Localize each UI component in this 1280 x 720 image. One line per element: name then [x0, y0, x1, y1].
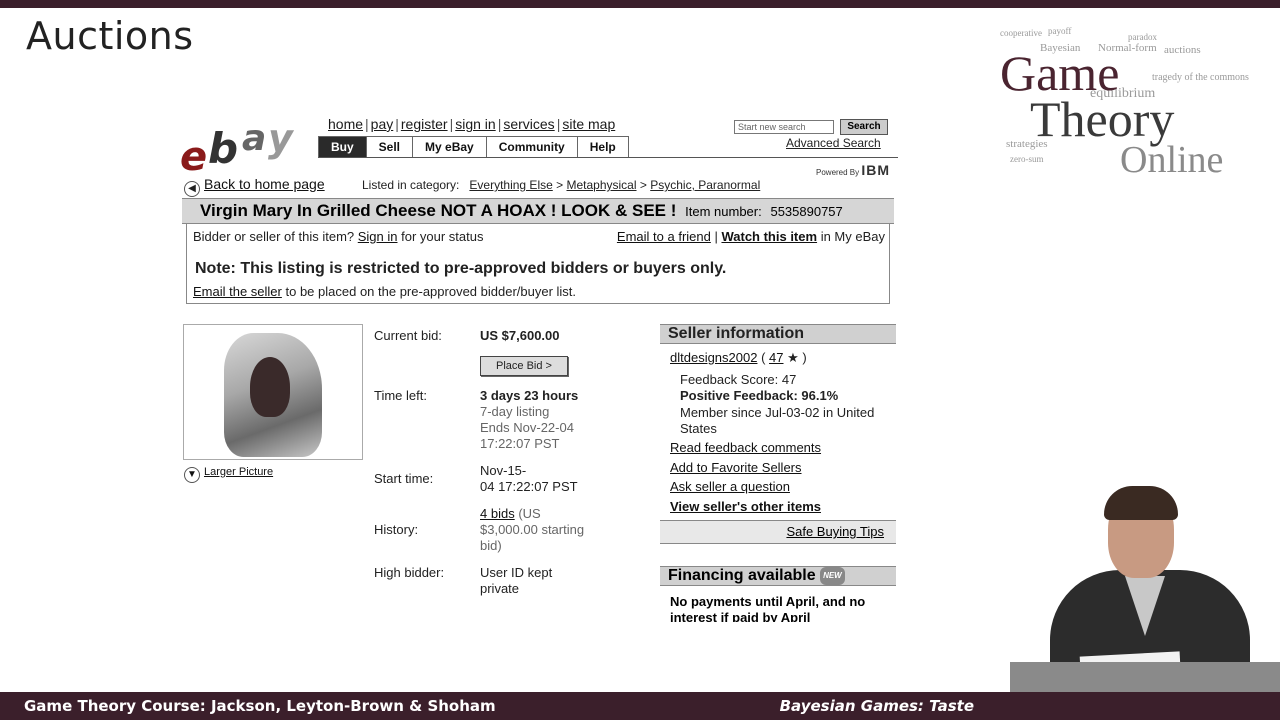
- financing-header: Financing available NEW: [660, 566, 896, 586]
- advanced-search-link[interactable]: Advanced Search: [786, 136, 881, 150]
- ibm-logo: IBM: [861, 162, 891, 178]
- read-feedback-link[interactable]: Read feedback comments: [670, 440, 821, 455]
- seller-id-link[interactable]: dltdesigns2002: [670, 350, 757, 365]
- tab-sell[interactable]: Sell: [365, 136, 413, 158]
- history-label: History:: [374, 522, 419, 537]
- current-bid-value: US $7,600.00: [480, 328, 560, 343]
- watch-item-link[interactable]: Watch this item: [721, 229, 817, 244]
- tab-community[interactable]: Community: [485, 136, 577, 158]
- safe-buying-bar: Safe Buying Tips: [660, 520, 896, 544]
- item-title-bar: Virgin Mary In Grilled Cheese NOT A HOAX…: [182, 198, 894, 224]
- history-block: 4 bids (US $3,000.00 starting bid): [480, 506, 585, 553]
- bids-link[interactable]: 4 bids: [480, 506, 515, 521]
- game-theory-online-logo: cooperative payoff Bayesian Normal-form …: [1000, 26, 1270, 186]
- grilled-cheese-image[interactable]: [224, 333, 322, 457]
- back-arrow-icon[interactable]: ◀: [184, 181, 200, 197]
- other-items-link[interactable]: View seller's other items: [670, 499, 821, 514]
- item-picture[interactable]: [183, 324, 363, 460]
- link-site-map[interactable]: site map: [562, 116, 615, 132]
- member-since-country: States: [680, 421, 717, 436]
- item-title: Virgin Mary In Grilled Cheese NOT A HOAX…: [200, 201, 677, 220]
- search-button[interactable]: Search: [840, 119, 888, 135]
- status-row: Bidder or seller of this item? Sign in f…: [193, 229, 484, 244]
- start-time-label: Start time:: [374, 471, 434, 486]
- logo-cloud-word: tragedy of the commons: [1152, 72, 1249, 83]
- link-home[interactable]: home: [328, 116, 363, 132]
- place-bid-button[interactable]: Place Bid >: [480, 356, 568, 376]
- restriction-note: Note: This listing is restricted to pre-…: [195, 260, 727, 277]
- ebay-logo[interactable]: e b a y: [180, 116, 310, 180]
- email-seller-link[interactable]: Email the seller: [193, 284, 282, 299]
- logo-cloud-word: auctions: [1164, 44, 1201, 56]
- financing-section: Financing available NEW No payments unti…: [660, 566, 896, 622]
- category-breadcrumb: Listed in category: Everything Else > Me…: [362, 178, 761, 192]
- link-pay[interactable]: pay: [371, 116, 394, 132]
- watch-row: Email to a friend | Watch this item in M…: [616, 229, 885, 244]
- item-number: 5535890757: [770, 204, 843, 219]
- logo-cloud-word: payoff: [1048, 26, 1072, 36]
- link-sign-in[interactable]: sign in: [455, 116, 495, 132]
- logo-cloud-word: paradox: [1128, 32, 1157, 42]
- course-credits: Game Theory Course: Jackson, Leyton-Brow…: [24, 697, 496, 715]
- item-number-label: Item number:: [685, 204, 762, 219]
- feedback-count-link[interactable]: 47: [769, 350, 783, 365]
- new-badge: NEW: [820, 567, 845, 585]
- ends-time: 17:22:07 PST: [480, 436, 560, 451]
- notice-box: Bidder or seller of this item? Sign in f…: [186, 224, 890, 304]
- seller-info-header: Seller information: [660, 324, 896, 344]
- seller-info: Seller information dltdesigns2002 ( 47 ★…: [660, 324, 896, 514]
- current-bid-label: Current bid:: [374, 328, 442, 343]
- logo-cloud-word: cooperative: [1000, 28, 1042, 38]
- safe-buying-tips-link[interactable]: Safe Buying Tips: [786, 524, 884, 539]
- tab-help[interactable]: Help: [576, 136, 629, 158]
- ends-date: Ends Nov-22-04: [480, 420, 574, 435]
- footer-bar: Game Theory Course: Jackson, Leyton-Brow…: [0, 692, 1280, 720]
- time-left-block: 3 days 23 hours 7-day listing Ends Nov-2…: [480, 388, 610, 452]
- search-input[interactable]: Start new search: [734, 120, 834, 134]
- feedback-score: Feedback Score: 47: [680, 372, 797, 387]
- tab-buy[interactable]: Buy: [318, 136, 366, 158]
- start-time-1: Nov-15-: [480, 463, 527, 478]
- start-time-2: 04 17:22:07 PST: [480, 479, 578, 494]
- category-metaphysical[interactable]: Metaphysical: [566, 178, 636, 192]
- start-time-block: Nov-15- 04 17:22:07 PST: [480, 463, 610, 495]
- star-icon: ★: [787, 350, 799, 365]
- lecturer-video: [1010, 486, 1280, 692]
- top-links: home | pay | register | sign in | services | site …: [328, 116, 616, 132]
- back-row: ◀ Back to home page: [184, 176, 325, 197]
- larger-picture-row: ▼ Larger Picture: [184, 466, 273, 483]
- ask-question-link[interactable]: Ask seller a question: [670, 479, 790, 494]
- add-favorite-link[interactable]: Add to Favorite Sellers: [670, 460, 802, 475]
- member-since: Member since Jul-03-02 in United: [680, 405, 875, 420]
- category-psychic[interactable]: Psychic, Paranormal: [650, 178, 760, 192]
- time-left-label: Time left:: [374, 388, 427, 403]
- time-left-value: 3 days 23 hours: [480, 388, 579, 403]
- top-bar: [0, 0, 1280, 8]
- high-bidder-block: User ID kept private: [480, 565, 553, 596]
- tab-my-ebay[interactable]: My eBay: [412, 136, 486, 158]
- email-seller-row: Email the seller to be placed on the pre…: [193, 284, 577, 299]
- listing-length: 7-day listing: [480, 404, 550, 419]
- seller-id-row: dltdesigns2002 ( 47 ★ ): [670, 350, 807, 365]
- larger-picture-link[interactable]: Larger Picture: [204, 466, 273, 478]
- sign-in-link[interactable]: Sign in: [358, 229, 398, 244]
- category-everything-else[interactable]: Everything Else: [469, 178, 552, 192]
- positive-feedback: Positive Feedback: 96.1%: [680, 388, 839, 403]
- lecture-topic: Bayesian Games: Taste: [779, 697, 974, 715]
- financing-text: No payments until April, and no interest…: [670, 594, 866, 622]
- download-arrow-icon[interactable]: ▼: [184, 467, 200, 483]
- powered-by: Powered By IBM: [816, 162, 891, 178]
- logo-cloud-word: zero-sum: [1010, 154, 1044, 164]
- email-friend-link[interactable]: Email to a friend: [617, 229, 711, 244]
- tab-divider: [318, 157, 898, 158]
- nav-tabs: Buy Sell My eBay Community Help: [318, 136, 629, 158]
- back-to-home-link[interactable]: Back to home page: [204, 176, 325, 192]
- ebay-listing-page: e b a y home | pay | register | sign in | servic…: [178, 112, 902, 622]
- logo-online: Online: [1120, 139, 1224, 181]
- link-services[interactable]: services: [503, 116, 554, 132]
- slide-title: Auctions: [26, 14, 194, 58]
- high-bidder-label: High bidder:: [374, 565, 445, 580]
- link-register[interactable]: register: [401, 116, 448, 132]
